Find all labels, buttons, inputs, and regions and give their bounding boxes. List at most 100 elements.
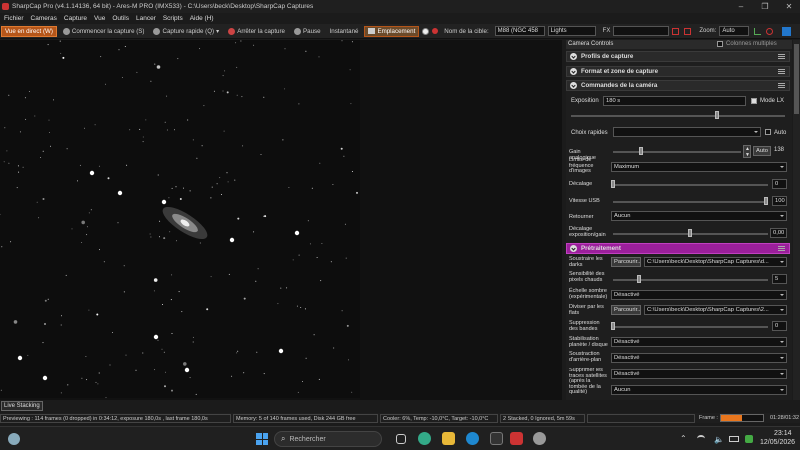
menu-launch[interactable]: Lancer <box>136 15 156 22</box>
gain-slider-thumb[interactable] <box>639 147 643 155</box>
sharpcap-taskbar-icon[interactable] <box>510 432 523 445</box>
menu-icon[interactable] <box>778 246 785 251</box>
stabilization-select[interactable]: Désactivé <box>611 337 787 347</box>
section-format[interactable]: Format et zone de capture <box>566 66 790 77</box>
stop-capture-button[interactable]: Arrêter la capture <box>225 26 288 37</box>
edge-icon[interactable] <box>418 432 431 445</box>
menu-view[interactable]: Vue <box>94 15 105 22</box>
multi-columns-checkbox[interactable] <box>717 41 723 47</box>
battery-icon[interactable] <box>729 436 739 442</box>
stop-icon <box>228 27 236 35</box>
mode-lx-checkbox[interactable] <box>751 98 757 104</box>
weather-icon[interactable] <box>8 433 20 445</box>
app-icon-round[interactable] <box>533 432 546 445</box>
explorer-icon[interactable] <box>442 432 455 445</box>
background-select[interactable]: Désactivé <box>611 353 787 363</box>
panel-scrollbar[interactable] <box>793 40 800 400</box>
menu-icon[interactable] <box>778 54 785 59</box>
hot-pixel-slider-thumb[interactable] <box>637 275 641 283</box>
star <box>196 157 198 159</box>
browse-flats-button[interactable]: Parcourir... <box>611 305 641 315</box>
browser-icon[interactable] <box>466 432 479 445</box>
browse-darks-button[interactable]: Parcourir... <box>611 257 641 267</box>
live-stacking-tab[interactable]: Live Stacking <box>1 401 43 411</box>
section-preprocessing[interactable]: Prétraitement <box>566 243 790 254</box>
menu-icon[interactable] <box>778 69 785 74</box>
menu-scripts[interactable]: Scripts <box>163 15 183 22</box>
live-view-button[interactable]: Vue en direct (W) <box>1 25 57 37</box>
star <box>178 291 180 293</box>
gain-stepper[interactable]: ▲ ▼ <box>743 145 751 158</box>
grid-icon[interactable] <box>684 27 692 35</box>
notification-icon[interactable] <box>745 435 753 443</box>
usb-speed-slider[interactable] <box>613 201 768 203</box>
reticle-icon[interactable] <box>766 27 774 35</box>
menu-tools[interactable]: Outils <box>112 15 129 22</box>
wifi-icon[interactable] <box>697 435 705 442</box>
clock-time[interactable]: 23:14 <box>774 430 792 437</box>
satellite-select[interactable]: Désactivé <box>611 369 787 379</box>
maximize-button[interactable]: ❐ <box>754 0 776 13</box>
offset-slider-thumb[interactable] <box>611 180 615 188</box>
menu-help[interactable]: Aide (H) <box>190 15 214 22</box>
darks-path-select[interactable]: C:\Users\beck\Desktop\SharpCap Captures\… <box>644 257 787 267</box>
exposure-slider-thumb[interactable] <box>715 111 719 119</box>
menu-icon[interactable] <box>778 83 785 88</box>
zoom-select[interactable]: Auto <box>719 26 750 36</box>
taskbar-search[interactable]: ⌕ Rechercher <box>274 431 382 447</box>
fps-limit-select[interactable]: Maximum <box>611 162 787 172</box>
banding-slider[interactable] <box>613 326 768 328</box>
section-capture-profiles[interactable]: Profils de capture <box>566 51 790 62</box>
clock-date[interactable]: 12/05/2026 <box>760 439 795 446</box>
usb-speed-input[interactable]: 100 <box>772 196 787 206</box>
record-icon[interactable] <box>422 27 430 35</box>
target-name-input[interactable]: M88 (NGC 458 <box>494 26 545 36</box>
star <box>107 177 110 180</box>
pause-button[interactable]: Pause <box>291 26 324 37</box>
pin-icon[interactable] <box>782 26 792 36</box>
star <box>129 129 131 131</box>
snapshot-button[interactable]: Instantané <box>327 26 362 37</box>
banding-slider-thumb[interactable] <box>611 322 615 330</box>
menu-cameras[interactable]: Cameras <box>31 15 57 22</box>
frame-type-select[interactable]: Lights <box>547 26 596 36</box>
auto-exposure-checkbox[interactable] <box>765 129 771 135</box>
star <box>177 58 179 60</box>
usb-speed-slider-thumb[interactable] <box>764 197 768 205</box>
exposure-gain-shift-input[interactable]: 0,00 <box>770 228 787 238</box>
volume-icon[interactable]: 🔈 <box>714 435 724 444</box>
task-view-icon[interactable] <box>396 434 406 444</box>
exposure-gain-shift-thumb[interactable] <box>688 229 692 237</box>
histogram-icon[interactable] <box>754 27 762 35</box>
crop-icon[interactable] <box>672 27 680 35</box>
start-button[interactable] <box>256 433 268 445</box>
banding-input[interactable]: 0 <box>772 321 787 331</box>
quick-choice-select[interactable] <box>613 127 761 137</box>
exposure-slider[interactable] <box>571 115 785 117</box>
star <box>28 91 30 92</box>
quick-capture-button[interactable]: Capture rapide (Q) ▾ <box>150 26 222 37</box>
fx-select[interactable] <box>613 26 670 36</box>
gain-auto-button[interactable]: Auto <box>753 146 771 156</box>
fx-label: FX <box>602 28 611 34</box>
flats-path-select[interactable]: C:\Users\beck\Desktop\SharpCap Captures\… <box>644 305 787 315</box>
close-button[interactable]: ✕ <box>778 0 800 13</box>
menu-capture[interactable]: Capture <box>64 15 87 22</box>
section-camera-controls[interactable]: Commandes de la caméra <box>566 80 790 91</box>
gain-slider[interactable] <box>613 151 741 153</box>
hot-pixel-input[interactable]: 5 <box>772 274 787 284</box>
flip-select[interactable]: Aucun <box>611 211 787 221</box>
start-capture-button[interactable]: Commencer la capture (S) <box>60 26 148 37</box>
app-icon-dark[interactable] <box>490 432 503 445</box>
minimize-button[interactable]: – <box>730 0 752 13</box>
placement-button[interactable]: Emplacement <box>364 25 420 37</box>
tray-chevron-icon[interactable]: ⌃ <box>680 434 687 443</box>
dark-scale-select[interactable]: Désactivé <box>611 290 787 300</box>
exposure-input[interactable]: 180 s <box>603 96 746 106</box>
scrollbar-thumb[interactable] <box>794 44 799 114</box>
offset-slider[interactable] <box>613 184 768 186</box>
menu-file[interactable]: Fichier <box>4 15 24 22</box>
star <box>86 379 88 381</box>
last-option-select[interactable]: Aucun <box>611 385 787 395</box>
offset-input[interactable]: 0 <box>772 179 787 189</box>
